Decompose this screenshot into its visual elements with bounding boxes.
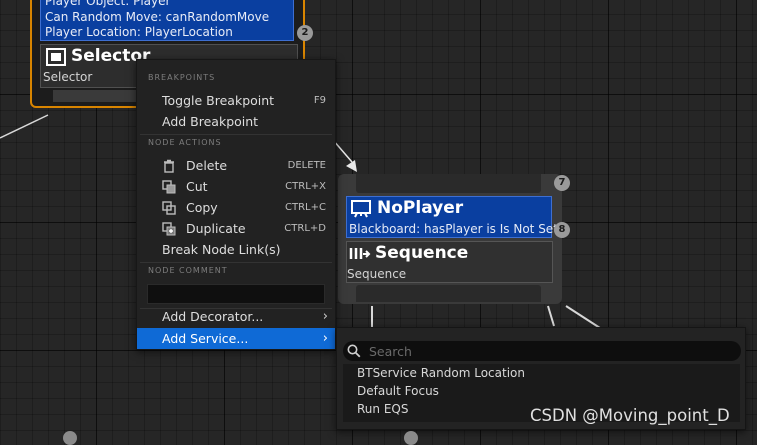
service-option-default-focus[interactable]: Default Focus <box>343 382 740 400</box>
cut-menu-item[interactable]: Cut CTRL+X <box>137 176 335 197</box>
break-node-links-label: Break Node Link(s) <box>162 242 281 257</box>
duplicate-label: Duplicate <box>186 221 246 236</box>
blackboard-line-can-random-move: Can Random Move: canRandomMove <box>45 10 270 24</box>
cut-shortcut: CTRL+X <box>285 181 326 192</box>
sequence-input-pin[interactable] <box>356 174 541 193</box>
copy-shortcut: CTRL+C <box>285 202 326 213</box>
break-node-links-menu-item[interactable]: Break Node Link(s) <box>137 239 335 260</box>
decorator-description: Blackboard: hasPlayer is Is Not Set <box>349 222 558 236</box>
search-icon <box>347 344 361 358</box>
cut-label: Cut <box>186 179 208 194</box>
sequence-icon <box>349 248 371 259</box>
sequence-subtitle: Sequence <box>347 267 407 281</box>
node-comment-section-header: NODE COMMENT <box>148 266 228 275</box>
node-comment-input[interactable] <box>147 284 325 304</box>
blackboard-line-player-object: Player Object: Player <box>45 0 171 8</box>
blackboard-line-player-location: Player Location: PlayerLocation <box>45 25 233 39</box>
menu-divider <box>140 134 332 135</box>
service-search-input[interactable] <box>343 341 741 361</box>
sequence-title: Sequence <box>375 243 469 263</box>
service-option-btservice-random-location[interactable]: BTService Random Location <box>343 364 740 382</box>
breakpoints-section-header: BREAKPOINTS <box>148 73 216 82</box>
copy-label: Copy <box>186 200 218 215</box>
toggle-breakpoint-menu-item[interactable]: Toggle Breakpoint F9 <box>137 90 335 111</box>
delete-label: Delete <box>186 158 228 173</box>
offscreen-node-badge <box>63 431 77 445</box>
selector-service-badge: 2 <box>297 25 313 41</box>
add-breakpoint-menu-item[interactable]: Add Breakpoint <box>137 111 335 132</box>
add-service-menu-item[interactable]: Add Service... › <box>137 328 335 349</box>
copy-menu-item[interactable]: Copy CTRL+C <box>137 197 335 218</box>
delete-menu-item[interactable]: Delete DELETE <box>137 155 335 176</box>
offscreen-node-badge <box>404 431 418 445</box>
watermark: CSDN @Moving_point_D <box>530 406 730 425</box>
selector-subtitle: Selector <box>43 70 93 84</box>
chevron-right-icon: › <box>322 331 328 346</box>
toggle-breakpoint-label: Toggle Breakpoint <box>162 93 275 108</box>
selector-icon <box>46 48 66 66</box>
add-decorator-label: Add Decorator... <box>162 309 264 324</box>
add-breakpoint-label: Add Breakpoint <box>162 114 259 129</box>
decorator-badge: 8 <box>554 222 570 238</box>
duplicate-menu-item[interactable]: Duplicate CTRL+D <box>137 218 335 239</box>
add-service-label: Add Service... <box>162 331 249 346</box>
trash-icon <box>164 159 174 173</box>
chevron-right-icon: › <box>322 309 328 324</box>
add-decorator-menu-item[interactable]: Add Decorator... › <box>137 306 335 327</box>
cut-icon <box>162 180 176 194</box>
decorator-title: NoPlayer <box>377 198 464 218</box>
duplicate-icon <box>162 222 176 236</box>
decorator-icon <box>351 200 371 218</box>
menu-divider <box>140 262 332 263</box>
node-actions-section-header: NODE ACTIONS <box>148 138 222 147</box>
duplicate-shortcut: CTRL+D <box>284 223 326 234</box>
sequence-output-pin[interactable] <box>356 285 541 302</box>
toggle-breakpoint-shortcut: F9 <box>313 95 326 106</box>
copy-icon <box>162 201 176 215</box>
delete-shortcut: DELETE <box>287 160 326 171</box>
sequence-node-badge: 7 <box>554 175 570 191</box>
